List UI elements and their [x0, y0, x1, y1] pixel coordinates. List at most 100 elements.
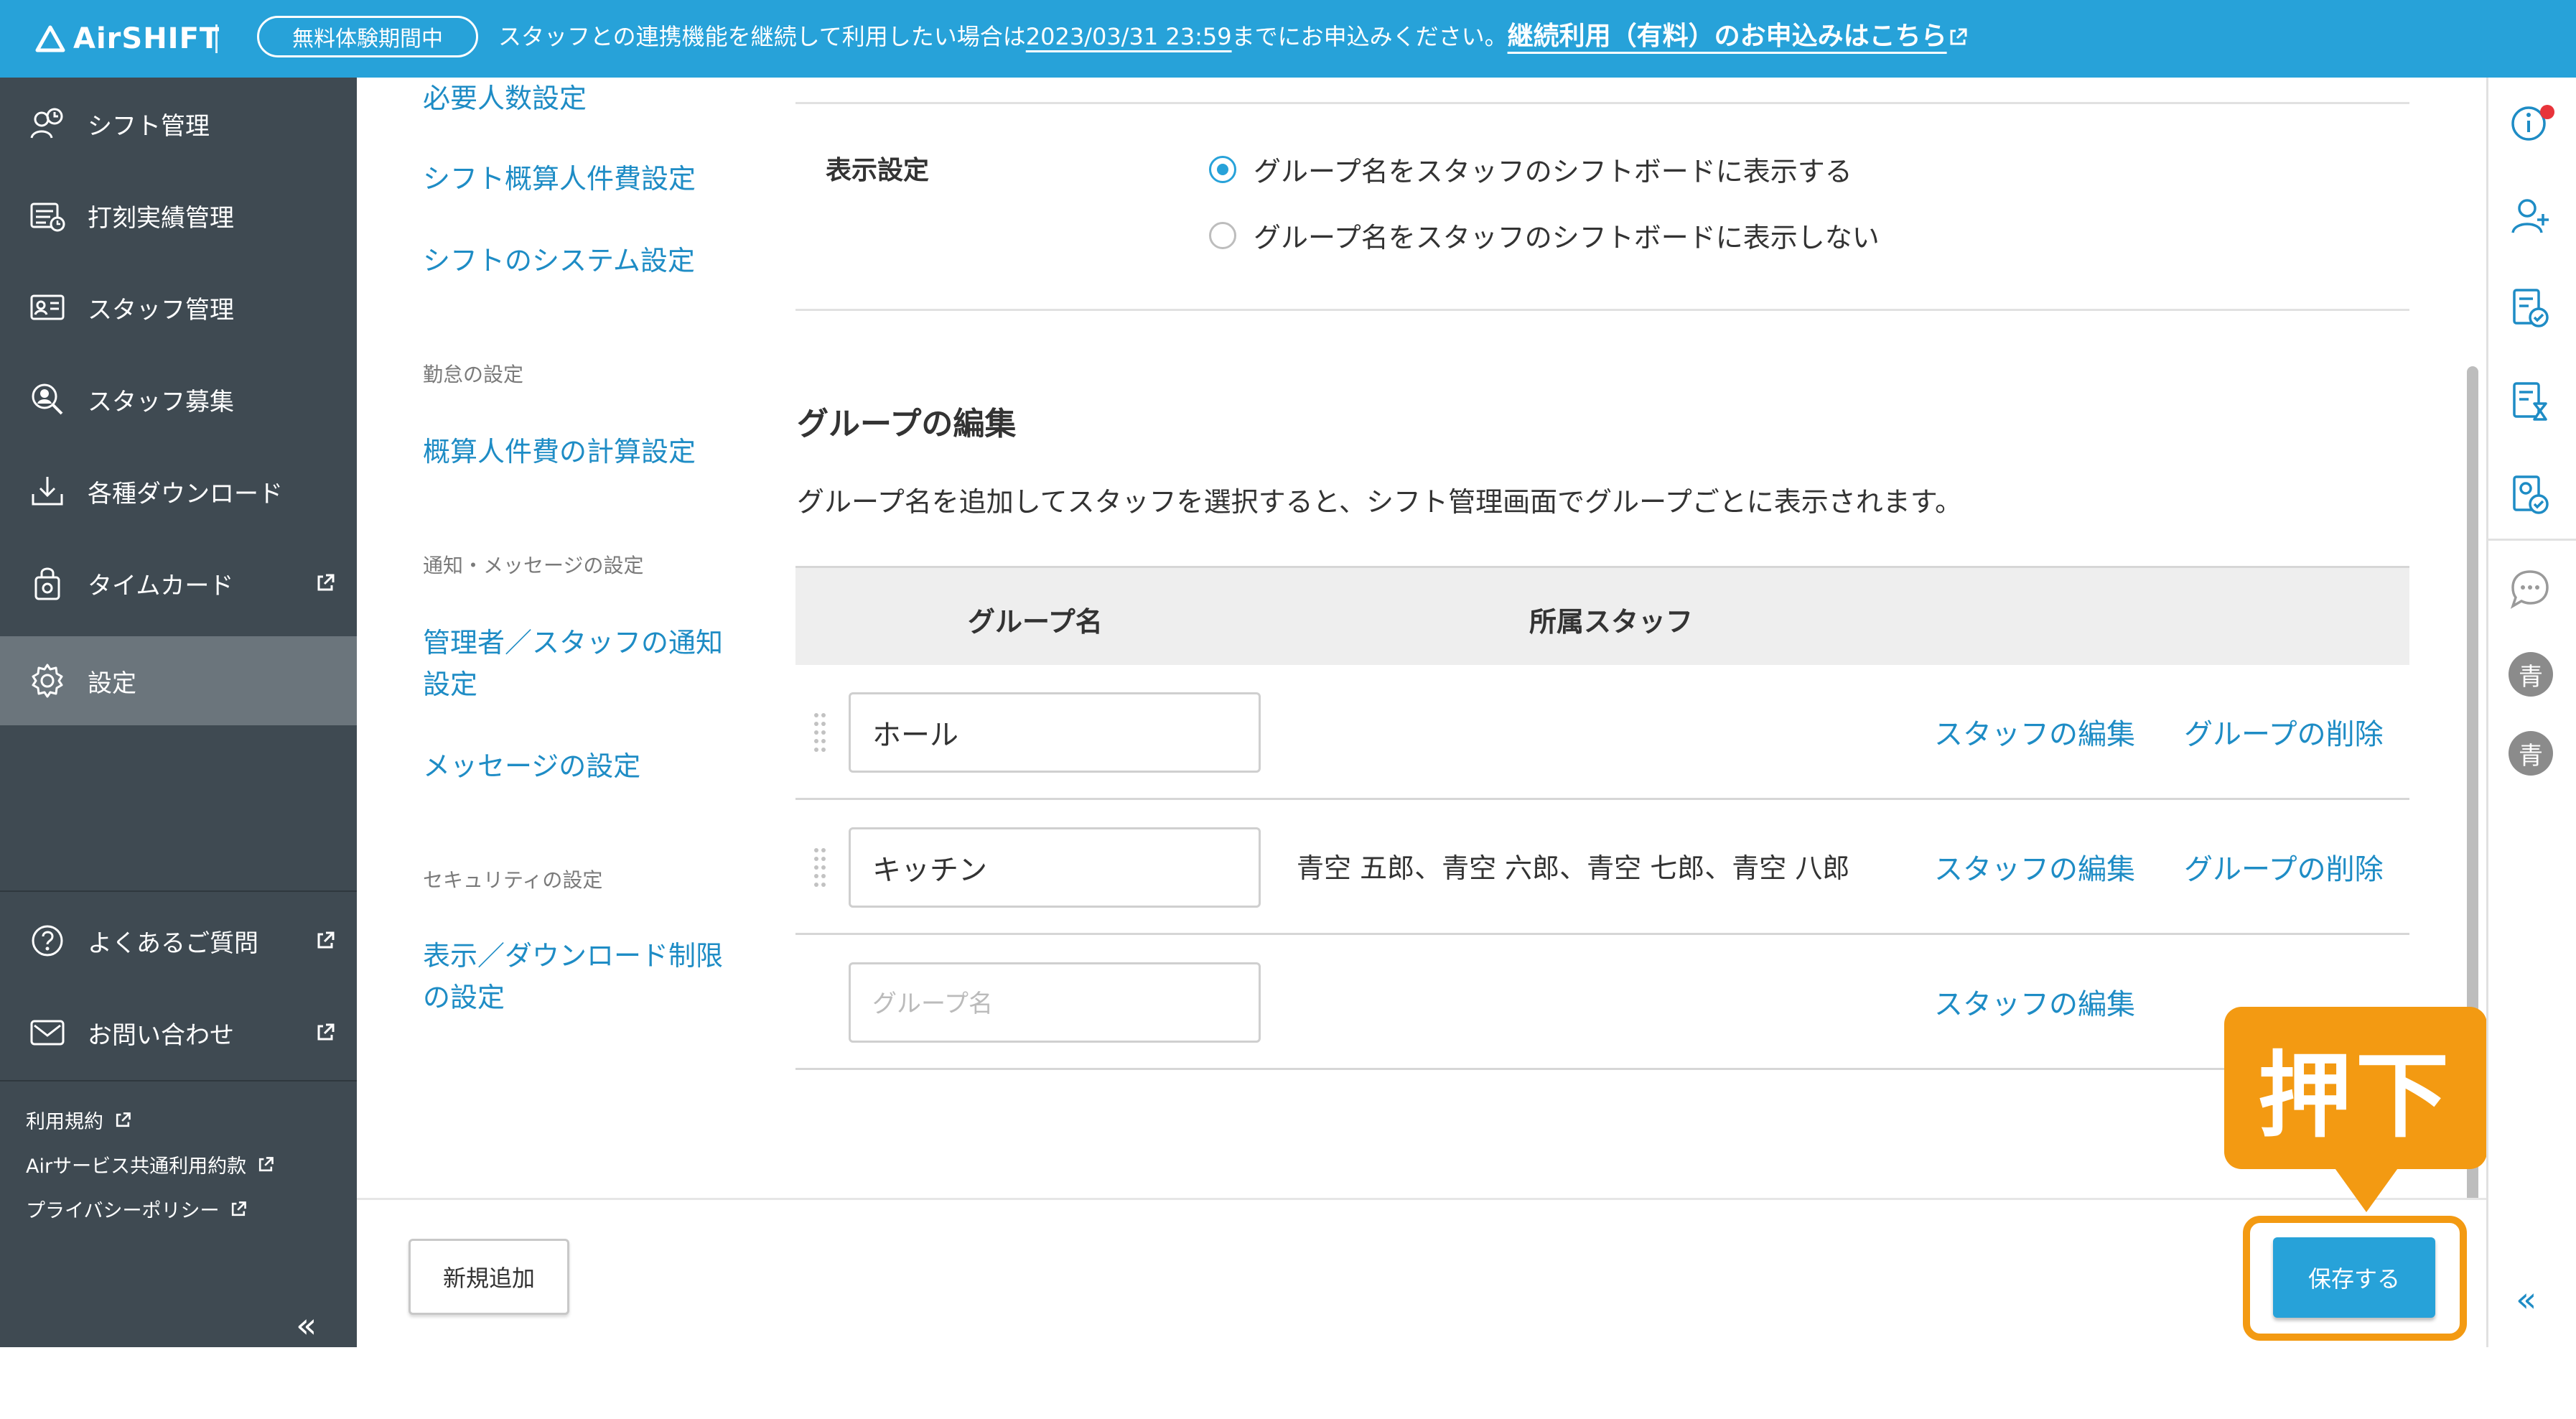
- sidebar-item-label: タイムカード: [88, 571, 234, 600]
- edit-staff-link[interactable]: スタッフの編集: [1934, 711, 2135, 753]
- edit-staff-link[interactable]: スタッフの編集: [1934, 846, 2135, 888]
- submenu-heading-attendance: 勤怠の設定: [423, 363, 524, 386]
- external-link-icon: [1950, 28, 1967, 45]
- shift-icon: [30, 108, 63, 139]
- callout-pointer: [2333, 1166, 2399, 1212]
- sidebar-item-faq[interactable]: よくあるご質問: [0, 896, 357, 985]
- rail-collapse-button[interactable]: «: [2516, 1280, 2537, 1320]
- privacy-policy-link[interactable]: プライバシーポリシー: [26, 1195, 248, 1223]
- submenu-link-message[interactable]: メッセージの設定: [423, 745, 732, 787]
- drag-handle-icon[interactable]: [813, 846, 827, 889]
- new-group-row: スタッフの編集: [795, 935, 2409, 1070]
- sidebar-item-label: スタッフ募集: [88, 387, 234, 417]
- sidebar-item-contact[interactable]: お問い合わせ: [0, 988, 357, 1077]
- terms-link[interactable]: 利用規約: [26, 1106, 132, 1134]
- radio-unselected-icon[interactable]: [1209, 221, 1236, 249]
- sidebar-item-shift[interactable]: シフト管理: [0, 79, 357, 168]
- external-link-icon: [232, 1201, 247, 1216]
- group-name-input[interactable]: [849, 692, 1261, 773]
- document-check-icon[interactable]: [2507, 286, 2553, 332]
- display-settings-label: 表示設定: [826, 156, 930, 185]
- group-table-header: グループ名 所属スタッフ: [795, 566, 2409, 665]
- download-icon: [32, 477, 63, 506]
- add-user-icon[interactable]: [2507, 192, 2553, 238]
- new-group-name-input[interactable]: [849, 962, 1261, 1043]
- staff-card-icon: [30, 294, 65, 320]
- continue-subscription-link[interactable]: 継続利用（有料）のお申込みはこちら: [1508, 22, 1969, 51]
- group-row: 青空 五郎、青空 六郎、青空 七郎、青空 八郎 スタッフの編集 グループの削除: [795, 800, 2409, 935]
- radio-label: グループ名をスタッフのシフトボードに表示する: [1254, 156, 1852, 187]
- save-button[interactable]: 保存する: [2273, 1237, 2435, 1318]
- section-divider: [795, 102, 2409, 104]
- document-hourglass-icon[interactable]: [2507, 379, 2553, 425]
- external-link-icon: [258, 1156, 274, 1171]
- sidebar-item-label: 打刻実績管理: [88, 203, 234, 233]
- sidebar-item-staff-recruit[interactable]: スタッフ募集: [0, 355, 357, 444]
- action-bar: 新規追加 保存する: [357, 1198, 2486, 1347]
- sidebar-item-label: 設定: [88, 669, 136, 698]
- delete-group-link[interactable]: グループの削除: [2184, 711, 2384, 753]
- group-name-input[interactable]: [849, 827, 1261, 908]
- airshift-logo-icon: [35, 25, 65, 52]
- sidebar-item-timecard-record[interactable]: 打刻実績管理: [0, 171, 357, 260]
- right-icon-rail: 青 青 «: [2486, 78, 2576, 1347]
- question-icon: [32, 925, 63, 957]
- submenu-link-shift-system[interactable]: シフトのシステム設定: [423, 240, 732, 282]
- submenu-link-notification[interactable]: 管理者／スタッフの通知設定: [423, 622, 732, 705]
- document-clock-icon[interactable]: [2507, 473, 2553, 518]
- privacy-label: プライバシーポリシー: [26, 1200, 220, 1222]
- sidebar-item-staff-management[interactable]: スタッフ管理: [0, 263, 357, 352]
- radio-show-group-name[interactable]: グループ名をスタッフのシフトボードに表示する: [1209, 149, 1852, 189]
- sidebar-item-label: スタッフ管理: [88, 295, 234, 325]
- chat-icon[interactable]: [2507, 566, 2553, 612]
- avatar[interactable]: 青: [2509, 731, 2553, 776]
- main-content: 表示設定 グループ名をスタッフのシフトボードに表示する グループ名をスタッフのシ…: [795, 78, 2409, 1198]
- continue-link-label: 継続利用（有料）のお申込みはこちら: [1507, 22, 1947, 51]
- notice-suffix: までにお申込みください。: [1231, 23, 1508, 50]
- external-link-icon: [317, 574, 335, 591]
- drag-handle-icon[interactable]: [813, 711, 827, 754]
- sidebar-collapse-button[interactable]: «: [0, 1250, 357, 1419]
- sidebar-item-label: お問い合わせ: [88, 1020, 234, 1050]
- press-callout: 押下: [2224, 1007, 2487, 1169]
- sidebar-item-timecard[interactable]: タイムカード: [0, 539, 357, 628]
- sidebar-divider: [0, 890, 357, 892]
- top-banner: AirSHIFT 無料体験期間中 スタッフとの連携機能を継続して利用したい場合は…: [0, 0, 2576, 78]
- group-row: スタッフの編集 グループの削除: [795, 665, 2409, 800]
- trial-notice: スタッフとの連携機能を継続して利用したい場合は2023/03/31 23:59ま…: [498, 19, 1969, 55]
- group-edit-description: グループ名を追加してスタッフを選択すると、シフト管理画面でグループごとに表示され…: [797, 486, 1962, 518]
- radio-hide-group-name[interactable]: グループ名をスタッフのシフトボードに表示しない: [1209, 215, 1880, 255]
- air-common-terms-link[interactable]: Airサービス共通利用約款: [26, 1150, 275, 1178]
- radio-selected-icon[interactable]: [1209, 155, 1236, 183]
- sidebar-item-settings[interactable]: 設定: [0, 636, 357, 725]
- sidebar: シフト管理 打刻実績管理 スタッフ管理 スタッフ募集 各種ダウンロード タイムカ…: [0, 78, 357, 1347]
- edit-staff-link[interactable]: スタッフの編集: [1934, 981, 2135, 1023]
- avatar[interactable]: 青: [2509, 652, 2553, 697]
- brand-logo[interactable]: AirSHIFT: [34, 16, 220, 62]
- notice-prefix: スタッフとの連携機能を継続して利用したい場合は: [498, 23, 1026, 50]
- mail-icon: [30, 1020, 65, 1046]
- air-terms-label: Airサービス共通利用約款: [26, 1155, 247, 1178]
- sidebar-item-downloads[interactable]: 各種ダウンロード: [0, 447, 357, 536]
- sidebar-item-label: よくあるご質問: [88, 929, 258, 958]
- brand-name: AirSHIFT: [73, 22, 220, 55]
- notification-dot: [2540, 105, 2554, 119]
- trial-badge: 無料体験期間中: [257, 16, 478, 57]
- add-new-button[interactable]: 新規追加: [409, 1239, 569, 1315]
- delete-group-link[interactable]: グループの削除: [2184, 846, 2384, 888]
- submenu-link-labor-cost-calc[interactable]: 概算人件費の計算設定: [423, 431, 732, 473]
- submenu-link-shift-labor-cost[interactable]: シフト概算人件費設定: [423, 158, 732, 200]
- external-link-icon: [116, 1112, 131, 1127]
- notice-deadline: 2023/03/31 23:59: [1025, 23, 1232, 50]
- column-header-staff: 所属スタッフ: [1529, 606, 1694, 638]
- terms-label: 利用規約: [26, 1111, 103, 1133]
- external-link-icon: [317, 1023, 335, 1041]
- gear-icon: [32, 664, 63, 698]
- submenu-link-display-restriction[interactable]: 表示／ダウンロード制限の設定: [423, 935, 732, 1018]
- group-edit-title: グループの編集: [797, 406, 1017, 442]
- sidebar-item-label: 各種ダウンロード: [88, 479, 283, 508]
- rail-divider: [2488, 539, 2576, 541]
- submenu-link-required-staff[interactable]: 必要人数設定: [423, 78, 732, 119]
- chevron-double-left-icon: «: [296, 1306, 317, 1346]
- timecard-record-icon: [30, 203, 65, 232]
